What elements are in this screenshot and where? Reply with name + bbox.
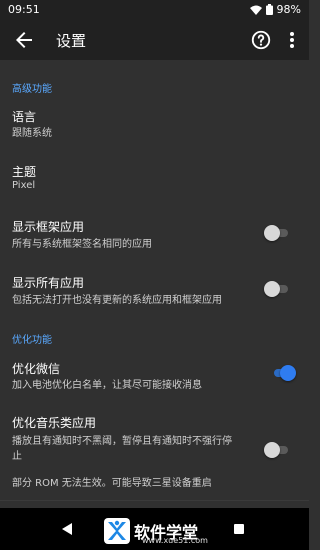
section-header-advanced: 高级功能 bbox=[12, 84, 52, 95]
status-icons: 98% bbox=[249, 3, 301, 16]
status-time: 09:51 bbox=[8, 3, 40, 16]
setting-optimize-music-title: 优化音乐类应用 bbox=[12, 416, 97, 430]
setting-theme-value: Pixel bbox=[12, 180, 36, 191]
toggle-knob bbox=[264, 281, 280, 297]
setting-show-all-title: 显示所有应用 bbox=[12, 276, 85, 290]
battery-icon bbox=[265, 4, 273, 15]
setting-theme-title: 主题 bbox=[12, 165, 37, 179]
setting-optimize-music-subtitle-line2: 止 bbox=[12, 451, 22, 462]
footnote: 部分 ROM 无法生效。可能导致三星设备重启 bbox=[12, 478, 212, 489]
setting-show-framework-title: 显示框架应用 bbox=[12, 220, 85, 234]
show-framework-toggle[interactable] bbox=[264, 225, 290, 241]
toggle-knob bbox=[264, 442, 280, 458]
setting-language[interactable]: 语言 跟随系统 bbox=[0, 96, 309, 146]
toggle-knob bbox=[264, 225, 280, 241]
more-options-icon[interactable] bbox=[284, 29, 300, 51]
optimize-wechat-toggle[interactable] bbox=[270, 365, 296, 381]
setting-show-framework-subtitle: 所有与系统框架签名相同的应用 bbox=[12, 239, 152, 250]
setting-optimize-wechat-subtitle: 加入电池优化白名单，让其尽可能接收消息 bbox=[12, 380, 202, 391]
help-icon[interactable] bbox=[250, 29, 272, 51]
show-all-toggle[interactable] bbox=[264, 281, 290, 297]
setting-theme[interactable]: 主题 Pixel bbox=[0, 150, 309, 200]
setting-show-all-subtitle: 包括无法打开也没有更新的系统应用和框架应用 bbox=[12, 295, 222, 306]
setting-optimize-wechat[interactable]: 优化微信 加入电池优化白名单，让其尽可能接收消息 bbox=[0, 348, 309, 398]
optimize-music-toggle[interactable] bbox=[264, 442, 290, 458]
page-title: 设置 bbox=[56, 32, 87, 50]
watermark-site: www.xue51.com bbox=[142, 536, 208, 545]
back-arrow-icon[interactable] bbox=[12, 28, 36, 52]
setting-language-value: 跟随系统 bbox=[12, 128, 52, 139]
watermark-logo-icon bbox=[104, 518, 130, 544]
battery-level: 98% bbox=[276, 3, 301, 16]
setting-optimize-music[interactable]: 优化音乐类应用 播放且有通知时不黑阈，暂停且有通知时不强行停 止 bbox=[0, 404, 309, 464]
toggle-knob bbox=[280, 365, 296, 381]
app-bar: 设置 bbox=[0, 20, 309, 60]
setting-show-all-apps[interactable]: 显示所有应用 包括无法打开也没有更新的系统应用和框架应用 bbox=[0, 260, 309, 312]
setting-optimize-wechat-title: 优化微信 bbox=[12, 362, 61, 376]
status-bar: 09:51 98% bbox=[0, 0, 309, 20]
section-header-optimize: 优化功能 bbox=[12, 335, 52, 346]
setting-language-title: 语言 bbox=[12, 110, 37, 124]
divider bbox=[0, 500, 309, 501]
setting-optimize-music-subtitle-line1: 播放且有通知时不黑阈，暂停且有通知时不强行停 bbox=[12, 436, 232, 447]
wifi-icon bbox=[249, 5, 262, 15]
watermark: 软件学堂 www.xue51.com bbox=[104, 518, 214, 548]
setting-show-framework-apps[interactable]: 显示框架应用 所有与系统框架签名相同的应用 bbox=[0, 204, 309, 256]
nav-back-icon[interactable] bbox=[60, 522, 74, 536]
nav-recents-icon[interactable] bbox=[234, 524, 244, 534]
